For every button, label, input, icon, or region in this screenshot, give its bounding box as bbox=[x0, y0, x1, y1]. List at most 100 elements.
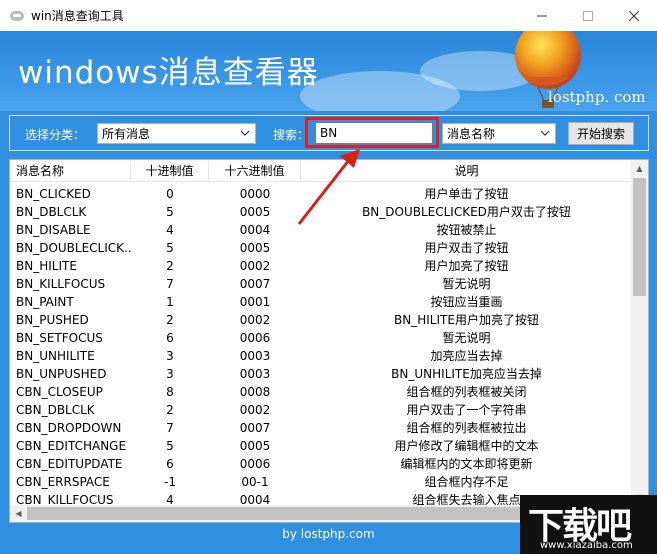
scroll-up-icon[interactable]: ▲ bbox=[631, 160, 648, 177]
message-table[interactable]: 消息名称 十进制值 十六进制值 说明 BN_CLICKED 0 0000 用户单击了按… bbox=[9, 159, 649, 523]
category-select[interactable]: 所有消息 bbox=[97, 123, 256, 144]
vertical-scroll-thumb[interactable] bbox=[633, 178, 646, 296]
column-header-name[interactable]: 消息名称 bbox=[10, 160, 131, 182]
header-banner: windows消息查看器 lostphp. com bbox=[0, 31, 657, 111]
cell-message-name: BN_DISABLE bbox=[16, 223, 91, 237]
maximize-button[interactable] bbox=[565, 0, 611, 31]
cell-message-name: BN_SETFOCUS bbox=[16, 331, 103, 345]
cell-description: 暂无说明 bbox=[442, 277, 491, 291]
close-button[interactable] bbox=[611, 0, 657, 31]
chevron-down-icon bbox=[540, 130, 550, 136]
table-row[interactable]: CBN_EDITUPDATE 6 0006 编辑框内的文本即将更新 bbox=[10, 455, 632, 473]
start-search-button[interactable]: 开始搜索 bbox=[568, 122, 634, 145]
table-row[interactable]: BN_HILITE 2 0002 用户加亮了按钮 bbox=[10, 257, 632, 275]
cell-hex-value: 0002 bbox=[239, 313, 271, 327]
cell-message-name: BN_PAINT bbox=[16, 295, 74, 309]
keyword-label: 搜索： bbox=[273, 128, 310, 142]
cell-hex-value: 0008 bbox=[239, 385, 271, 399]
cell-message-name: CBN_DBLCLK bbox=[16, 403, 95, 417]
watermark-logo: 下载吧 www.xiazaiba.com bbox=[520, 495, 657, 554]
cell-message-name: CBN_ERRSPACE bbox=[16, 475, 110, 489]
minimize-icon bbox=[537, 15, 547, 16]
table-row[interactable]: BN_CLICKED 0 0000 用户单击了按钮 bbox=[10, 185, 632, 203]
table-row[interactable]: BN_PUSHED 2 0002 BN_HILITE用户加亮了按钮 bbox=[10, 311, 632, 329]
cell-description: 暂无说明 bbox=[442, 331, 491, 345]
cell-decimal-value: 2 bbox=[166, 259, 174, 273]
banner-title: windows消息查看器 bbox=[18, 55, 319, 91]
cell-description: 组合框内存不足 bbox=[424, 475, 509, 489]
cell-hex-value: 0005 bbox=[239, 205, 271, 219]
column-header-decimal[interactable]: 十进制值 bbox=[131, 160, 209, 182]
cell-description: 加亮应当去掉 bbox=[430, 349, 503, 363]
cell-description: BN_DOUBLECLICKED用户双击了按钮 bbox=[362, 205, 571, 219]
column-header-description[interactable]: 说明 bbox=[301, 160, 632, 182]
cell-description: 用户双击了一个字符串 bbox=[406, 403, 527, 417]
table-row[interactable]: BN_PAINT 1 0001 按钮应当重画 bbox=[10, 293, 632, 311]
table-row[interactable]: CBN_DBLCLK 2 0002 用户双击了一个字符串 bbox=[10, 401, 632, 419]
cell-decimal-value: 7 bbox=[166, 421, 174, 435]
table-row[interactable]: BN_DOUBLECLICK... 5 0005 用户双击了按钮 bbox=[10, 239, 632, 257]
cell-message-name: BN_UNPUSHED bbox=[16, 367, 107, 381]
maximize-icon bbox=[583, 10, 593, 21]
cell-hex-value: 0005 bbox=[239, 439, 271, 453]
cell-message-name: CBN_EDITUPDATE bbox=[16, 457, 123, 471]
category-select-value: 所有消息 bbox=[102, 127, 151, 141]
cell-message-name: BN_KILLFOCUS bbox=[16, 277, 106, 291]
cell-description: BN_UNHILITE加亮应当去掉 bbox=[391, 367, 542, 381]
cell-hex-value: 0001 bbox=[239, 295, 271, 309]
search-field-value: 消息名称 bbox=[447, 127, 496, 141]
cell-hex-value: 0006 bbox=[239, 331, 271, 345]
column-header-hex[interactable]: 十六进制值 bbox=[209, 160, 301, 182]
cell-hex-value: 0003 bbox=[239, 349, 271, 363]
cell-decimal-value: 8 bbox=[166, 385, 174, 399]
cell-message-name: BN_CLICKED bbox=[16, 187, 91, 201]
cell-message-name: BN_DBLCLK bbox=[16, 205, 87, 219]
scroll-left-icon[interactable]: ◀ bbox=[10, 505, 27, 522]
cell-decimal-value: 2 bbox=[166, 403, 174, 417]
cell-message-name: BN_HILITE bbox=[16, 259, 77, 273]
cell-hex-value: 0003 bbox=[239, 367, 271, 381]
cell-decimal-value: 6 bbox=[166, 457, 174, 471]
cell-decimal-value: 5 bbox=[166, 439, 174, 453]
table-row[interactable]: BN_UNPUSHED 3 0003 BN_UNHILITE加亮应当去掉 bbox=[10, 365, 632, 383]
category-label: 选择分类： bbox=[25, 128, 86, 142]
cell-decimal-value: 6 bbox=[166, 331, 174, 345]
cell-description: 按钮被禁止 bbox=[436, 223, 497, 237]
cell-message-name: CBN_DROPDOWN bbox=[16, 421, 122, 435]
cell-description: 用户修改了编辑框中的文本 bbox=[394, 439, 539, 453]
cell-decimal-value: -1 bbox=[164, 475, 176, 489]
cell-description: 用户单击了按钮 bbox=[424, 187, 509, 201]
table-row[interactable]: BN_DBLCLK 5 0005 BN_DOUBLECLICKED用户双击了按钮 bbox=[10, 203, 632, 221]
search-field-select[interactable]: 消息名称 bbox=[442, 123, 556, 144]
cell-description: BN_HILITE用户加亮了按钮 bbox=[394, 313, 539, 327]
cell-hex-value: 0002 bbox=[239, 403, 271, 417]
cell-message-name: CBN_CLOSEUP bbox=[16, 385, 103, 399]
table-row[interactable]: CBN_DROPDOWN 7 0007 组合框的列表框被拉出 bbox=[10, 419, 632, 437]
table-body: BN_CLICKED 0 0000 用户单击了按钮 BN_DBLCLK 5 0005 BN_D… bbox=[10, 185, 632, 509]
cell-decimal-value: 5 bbox=[166, 241, 174, 255]
cell-description: 按钮应当重画 bbox=[430, 295, 503, 309]
cell-hex-value: 0007 bbox=[239, 277, 271, 291]
cell-decimal-value: 1 bbox=[166, 295, 174, 309]
cell-description: 用户双击了按钮 bbox=[424, 241, 509, 255]
cell-hex-value: 0006 bbox=[239, 457, 271, 471]
cell-decimal-value: 4 bbox=[166, 223, 174, 237]
vertical-scrollbar[interactable]: ▲ ▼ bbox=[631, 160, 648, 506]
cell-decimal-value: 2 bbox=[166, 313, 174, 327]
table-row[interactable]: BN_UNHILITE 3 0003 加亮应当去掉 bbox=[10, 347, 632, 365]
table-row[interactable]: BN_SETFOCUS 6 0006 暂无说明 bbox=[10, 329, 632, 347]
cell-description: 组合框的列表框被拉出 bbox=[406, 421, 527, 435]
cell-decimal-value: 3 bbox=[166, 367, 174, 381]
table-row[interactable]: CBN_CLOSEUP 8 0008 组合框的列表框被关闭 bbox=[10, 383, 632, 401]
table-row[interactable]: BN_KILLFOCUS 7 0007 暂无说明 bbox=[10, 275, 632, 293]
table-row[interactable]: CBN_EDITCHANGE 5 0005 用户修改了编辑框中的文本 bbox=[10, 437, 632, 455]
table-row[interactable]: CBN_ERRSPACE -1 00-1 组合框内存不足 bbox=[10, 473, 632, 491]
minimize-button[interactable] bbox=[519, 0, 565, 31]
table-row[interactable]: BN_DISABLE 4 0004 按钮被禁止 bbox=[10, 221, 632, 239]
cell-message-name: BN_DOUBLECLICK... bbox=[16, 241, 131, 255]
highlight-box bbox=[305, 117, 439, 148]
app-window: win消息查询工具 windows消息查看器 lostphp. com 选择分类… bbox=[0, 0, 657, 554]
cell-decimal-value: 0 bbox=[166, 187, 174, 201]
cell-message-name: BN_PUSHED bbox=[16, 313, 89, 327]
cell-hex-value: 00-1 bbox=[241, 475, 269, 489]
